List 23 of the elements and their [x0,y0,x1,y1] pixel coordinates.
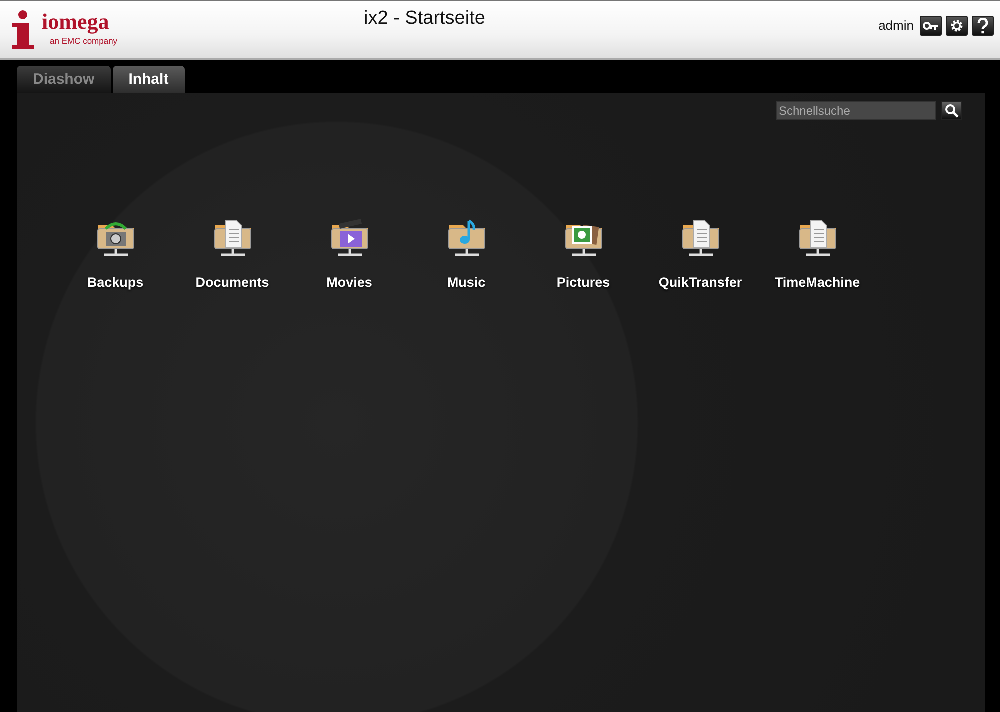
settings-button[interactable] [946,16,968,36]
logo-icon [10,10,36,50]
search-field[interactable]: Schnellsuche [776,101,936,120]
share-label[interactable]: Documents [196,275,270,290]
search-button[interactable] [941,101,962,120]
gear-icon [950,18,964,32]
help-button[interactable] [972,16,994,36]
search-icon [944,104,958,118]
key-button[interactable] [920,16,942,36]
share-label[interactable]: Music [447,275,486,290]
tab[interactable]: Diashow [17,66,111,93]
share-label[interactable]: Pictures [556,275,610,290]
page-title: ix2 - Startseite [364,8,486,30]
share-label[interactable]: Backups [87,275,144,290]
share-label[interactable]: QuikTransfer [658,275,742,290]
help-icon [977,18,989,34]
share-label[interactable]: Movies [326,275,372,290]
logo-tagline: an EMC company [50,36,118,46]
logo-name: iomega [42,10,110,34]
key-icon [923,20,939,30]
tab[interactable]: Inhalt [112,66,185,93]
user-name: admin [878,18,914,33]
share-label[interactable]: TimeMachine [774,275,860,290]
